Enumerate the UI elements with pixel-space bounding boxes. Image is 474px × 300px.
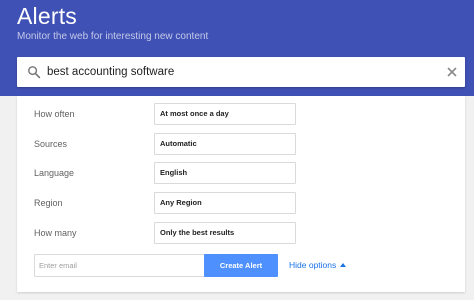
how-often-select[interactable]: At most once a day — [154, 103, 296, 125]
option-label: Language — [34, 168, 75, 178]
email-placeholder: Enter email — [39, 261, 77, 270]
page-subtitle: Monitor the web for interesting new cont… — [17, 31, 209, 42]
options-panel: How often At most once a day Sources Aut… — [17, 96, 465, 292]
hide-options-link[interactable]: Hide options — [289, 254, 336, 277]
language-select[interactable]: English — [154, 162, 296, 184]
search-input[interactable]: best accounting software — [47, 57, 174, 87]
option-row-how-many: How many Only the best results — [17, 222, 465, 244]
option-row-language: Language English — [17, 162, 465, 184]
alerts-header: Alerts Monitor the web for interesting n… — [0, 0, 474, 96]
option-value: Only the best results — [160, 228, 235, 237]
sources-select[interactable]: Automatic — [154, 133, 296, 155]
option-label: How many — [34, 228, 77, 238]
option-value: Automatic — [160, 139, 197, 148]
option-value: English — [160, 168, 188, 177]
option-row-region: Region Any Region — [17, 192, 465, 214]
region-select[interactable]: Any Region — [154, 192, 296, 214]
option-row-sources: Sources Automatic — [17, 133, 465, 155]
page-title: Alerts — [17, 3, 77, 29]
how-many-select[interactable]: Only the best results — [154, 222, 296, 244]
search-icon — [28, 66, 41, 79]
email-field[interactable]: Enter email — [34, 254, 205, 277]
option-row-how-often: How often At most once a day — [17, 103, 465, 125]
option-value: Any Region — [160, 198, 202, 207]
option-label: Region — [34, 198, 63, 208]
option-label: How often — [34, 109, 75, 119]
option-label: Sources — [34, 139, 68, 149]
caret-up-icon[interactable] — [340, 263, 346, 267]
create-alert-button[interactable]: Create Alert — [204, 254, 278, 277]
close-icon[interactable] — [445, 65, 459, 79]
search-box[interactable]: best accounting software — [17, 57, 465, 87]
option-value: At most once a day — [160, 109, 229, 118]
